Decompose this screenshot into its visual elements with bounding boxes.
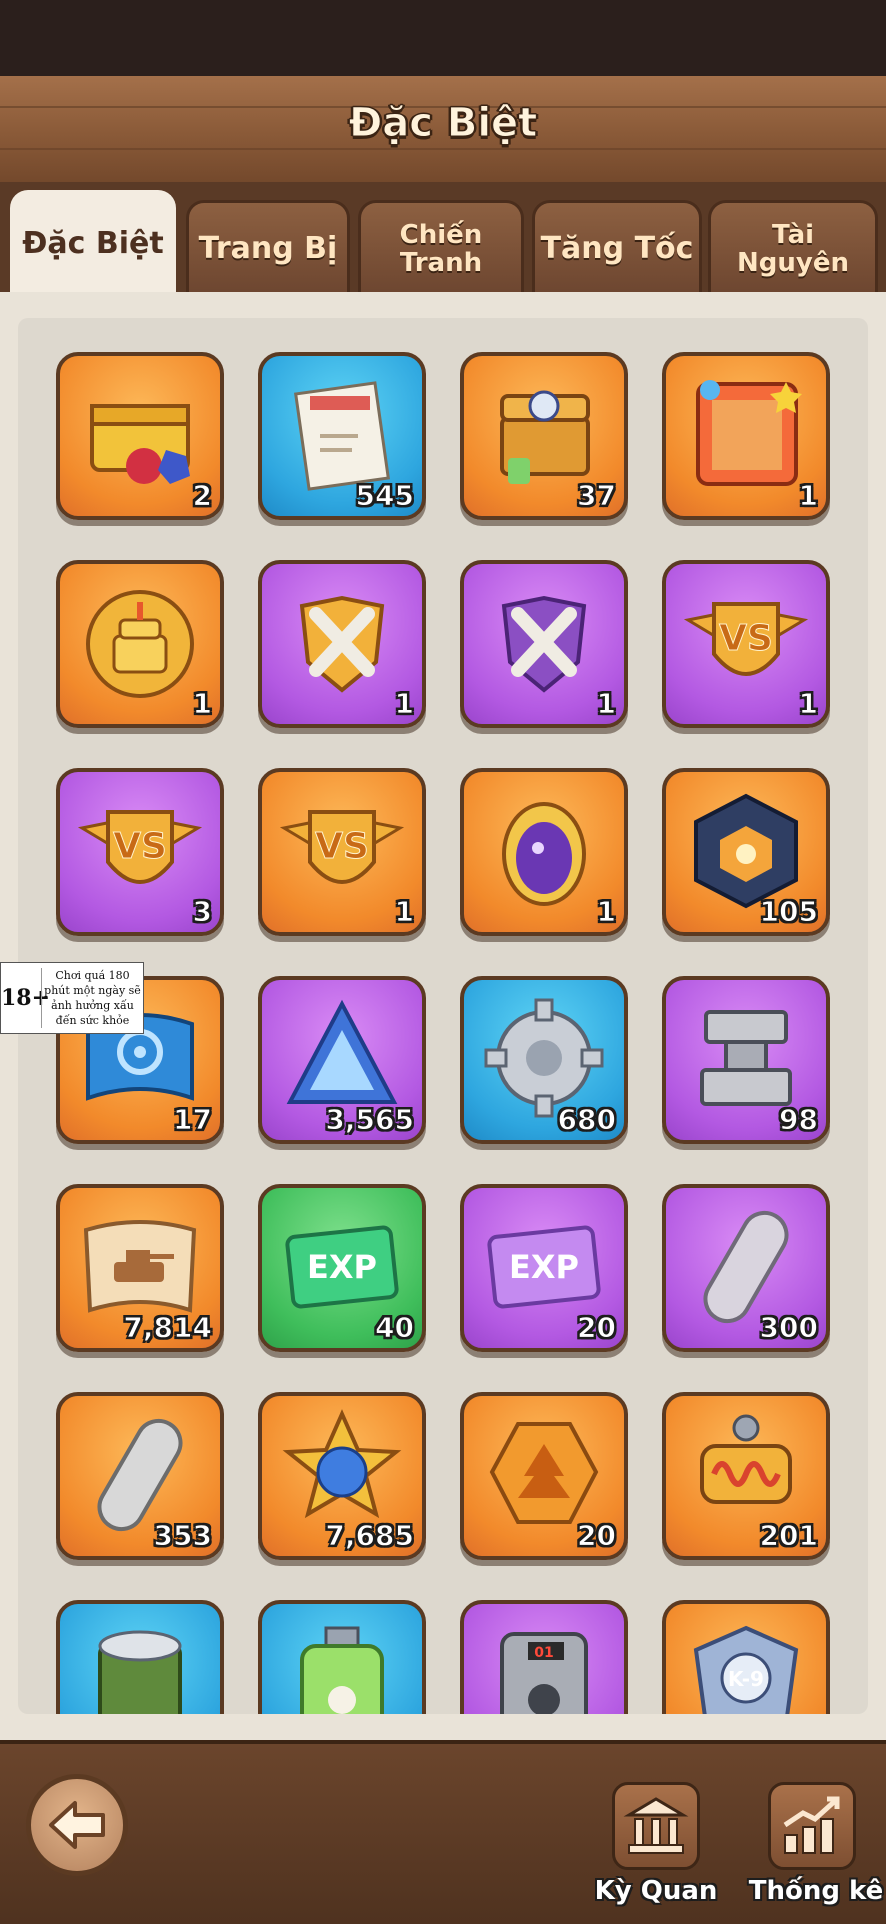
item-count: 17 bbox=[173, 1103, 213, 1137]
item-count: 37 bbox=[577, 479, 617, 513]
item-count: 20 bbox=[577, 1519, 617, 1553]
inventory-item[interactable]: 37 bbox=[460, 352, 628, 520]
inventory-item[interactable]: 20 bbox=[460, 1392, 628, 1560]
crossed-swords-gold-icon bbox=[299, 595, 385, 693]
wonders-building-icon bbox=[623, 1797, 689, 1854]
item-label-text: 01 bbox=[534, 1645, 553, 1661]
inventory-item[interactable]: K-9 bbox=[662, 1600, 830, 1714]
inventory-item[interactable]: 1 bbox=[56, 560, 224, 728]
item-count: 1 bbox=[596, 687, 617, 721]
inventory-item[interactable]: 1 bbox=[258, 560, 426, 728]
inventory-item[interactable]: 1 bbox=[662, 352, 830, 520]
item-count: 300 bbox=[759, 1311, 818, 1345]
tab-tai-nguyen[interactable]: Tài Nguyên bbox=[708, 200, 878, 294]
inventory-item[interactable]: 1 bbox=[460, 560, 628, 728]
vs-badge-icon: VS bbox=[77, 810, 203, 884]
back-arrow-icon bbox=[49, 1801, 105, 1849]
item-count: 1 bbox=[192, 687, 213, 721]
svg-text:VS: VS bbox=[113, 826, 167, 867]
svg-text:VS: VS bbox=[719, 618, 773, 659]
vs-badge-icon: VS bbox=[279, 810, 405, 884]
inventory-item[interactable]: EXP 40 bbox=[258, 1184, 426, 1352]
item-count: 20 bbox=[577, 1311, 617, 1345]
inventory-item[interactable]: 201 bbox=[662, 1392, 830, 1560]
tab-chien-tranh[interactable]: Chiến Tranh bbox=[358, 200, 524, 294]
svg-text:VS: VS bbox=[315, 826, 369, 867]
k9-badge-icon: K-9 bbox=[693, 1625, 799, 1714]
paw-timer-icon: 01 bbox=[500, 1632, 588, 1714]
item-count: 105 bbox=[759, 895, 818, 929]
item-count: 3 bbox=[192, 895, 213, 929]
inventory-item[interactable]: 545 bbox=[258, 352, 426, 520]
inventory-item[interactable]: 353 bbox=[56, 1392, 224, 1560]
treasure-chest-gems-icon bbox=[90, 404, 190, 484]
wonders-button[interactable] bbox=[612, 1782, 700, 1870]
item-count: 98 bbox=[779, 1103, 819, 1137]
inventory-item[interactable]: VS 1 bbox=[258, 768, 426, 936]
item-count: 1 bbox=[394, 687, 415, 721]
age-warning-text: Chơi quá 180 phút một ngày sẽ ảnh hưởng … bbox=[41, 968, 143, 1028]
item-count: 7,814 bbox=[123, 1311, 213, 1345]
item-count: 545 bbox=[355, 479, 414, 513]
birthday-frame-icon bbox=[696, 380, 802, 486]
back-button[interactable] bbox=[26, 1774, 128, 1876]
item-count: 7,685 bbox=[325, 1519, 415, 1553]
item-label-text: EXP bbox=[509, 1248, 579, 1286]
item-count: 353 bbox=[153, 1519, 212, 1553]
crossed-swords-purple-icon bbox=[501, 595, 587, 693]
item-count: 40 bbox=[375, 1311, 415, 1345]
status-bar bbox=[0, 0, 886, 76]
item-count: 680 bbox=[557, 1103, 616, 1137]
inventory-item[interactable]: 3,565 bbox=[258, 976, 426, 1144]
item-count: 1 bbox=[394, 895, 415, 929]
tab-dac-biet[interactable]: Đặc Biệt bbox=[10, 190, 176, 294]
inventory-item[interactable]: 300 bbox=[662, 1184, 830, 1352]
inventory-item[interactable]: VS 1 bbox=[662, 560, 830, 728]
vs-badge-icon: VS bbox=[683, 602, 809, 676]
age-rating: 18+ bbox=[1, 985, 51, 1011]
tab-trang-bi[interactable]: Trang Bị bbox=[186, 200, 350, 294]
age-rating-notice: 18+ Chơi quá 180 phút một ngày sẽ ảnh hư… bbox=[0, 962, 144, 1034]
item-count: 1 bbox=[798, 687, 819, 721]
statistics-chart-icon bbox=[783, 1796, 840, 1854]
inventory-item[interactable]: EXP 20 bbox=[460, 1184, 628, 1352]
wonders-label: Kỳ Quan bbox=[594, 1876, 718, 1906]
item-count: 2 bbox=[192, 479, 213, 513]
page-title: Đặc Biệt bbox=[348, 100, 538, 147]
inventory-item[interactable]: 01 bbox=[460, 1600, 628, 1714]
item-count: 1 bbox=[798, 479, 819, 513]
birthday-cake-badge-icon bbox=[86, 590, 194, 698]
food-can-icon bbox=[98, 1630, 182, 1714]
item-count: 3,565 bbox=[325, 1103, 415, 1137]
item-label-text: K-9 bbox=[728, 1667, 764, 1691]
inventory-item[interactable]: 2 bbox=[56, 352, 224, 520]
magic-mirror-icon bbox=[502, 802, 586, 906]
inventory-item[interactable]: 1 bbox=[460, 768, 628, 936]
tab-tang-toc[interactable]: Tăng Tốc bbox=[532, 200, 702, 294]
statistics-label: Thống kê bbox=[748, 1876, 884, 1906]
item-label-text: EXP bbox=[307, 1248, 377, 1286]
inventory-item[interactable]: 7,685 bbox=[258, 1392, 426, 1560]
inventory-item[interactable]: 680 bbox=[460, 976, 628, 1144]
item-count: 201 bbox=[759, 1519, 818, 1553]
inventory-item[interactable]: VS 3 bbox=[56, 768, 224, 936]
inventory-item[interactable] bbox=[56, 1600, 224, 1714]
item-grid: 2 545 37 1 1 1 1 VS 1 VS 3 VS 1 1 105 17 3,565 680 98 7,814… bbox=[18, 318, 868, 1714]
inventory-item[interactable]: 105 bbox=[662, 768, 830, 936]
item-count: 1 bbox=[596, 895, 617, 929]
inventory-item[interactable]: 98 bbox=[662, 976, 830, 1144]
inventory-item[interactable]: 7,814 bbox=[56, 1184, 224, 1352]
statistics-button[interactable] bbox=[768, 1782, 856, 1870]
inventory-item[interactable] bbox=[258, 1600, 426, 1714]
paw-potion-icon bbox=[300, 1626, 384, 1714]
